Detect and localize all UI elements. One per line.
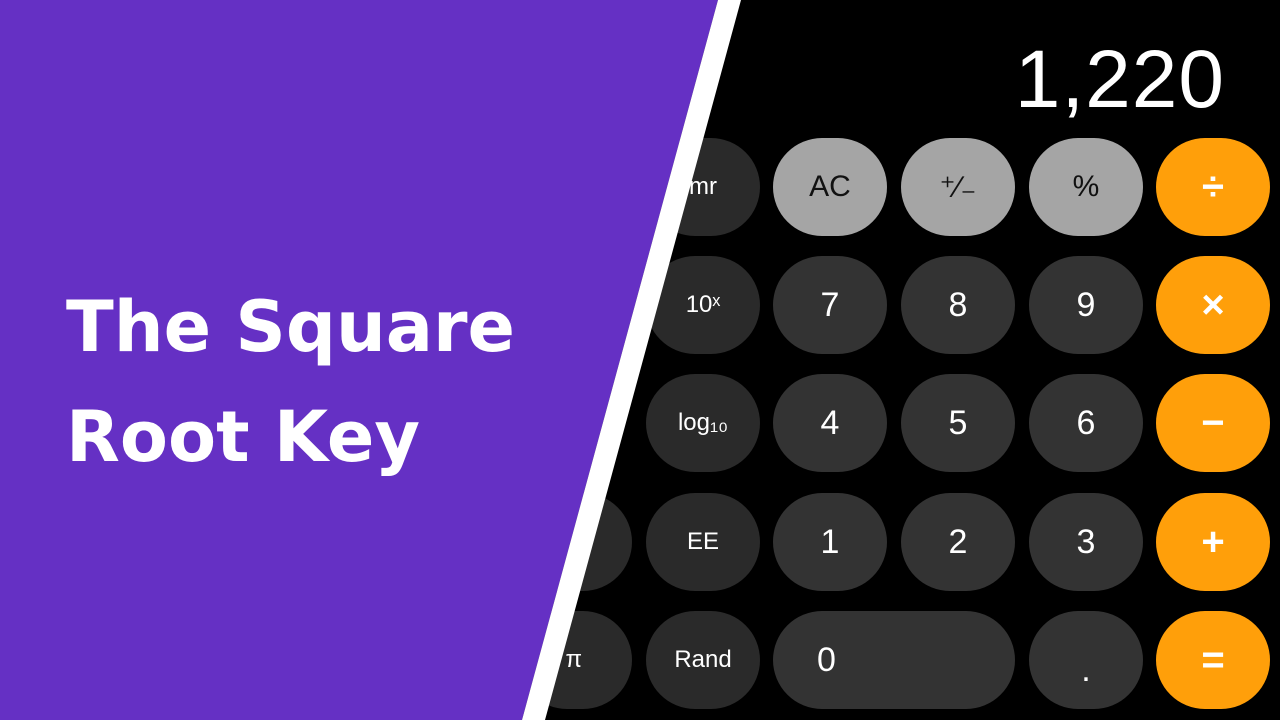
key-ten-power-x[interactable]: 10ˣ (646, 256, 760, 354)
key-label: 7 (820, 285, 840, 324)
key-label: 9 (1076, 285, 1096, 324)
calculator-display: 1,220 (1014, 34, 1225, 125)
key-decimal[interactable]: . (1029, 611, 1143, 709)
key-ac[interactable]: AC (773, 138, 887, 236)
key-label: 6 (1076, 403, 1096, 442)
key-percent[interactable]: % (1029, 138, 1143, 236)
key-label: 10ˣ (685, 291, 721, 318)
key-label: mr (689, 173, 717, 200)
key-label: Rand (674, 646, 732, 673)
key-rand[interactable]: Rand (646, 611, 760, 709)
key-label: EE (686, 528, 719, 555)
key-label: + (1201, 519, 1225, 564)
key-label: ÷ (1202, 164, 1224, 209)
page-title: The Square Root Key (66, 272, 515, 492)
key-label: 8 (948, 285, 968, 324)
key-label: ⁺∕₋ (939, 170, 977, 204)
key-label: . (1081, 650, 1091, 689)
key-label: π (565, 646, 582, 673)
key-minus[interactable]: − (1156, 374, 1270, 472)
key-label: 5 (948, 403, 968, 442)
title-line-2: Root Key (66, 396, 421, 478)
key-label: 2 (948, 522, 968, 561)
key-6[interactable]: 6 (1029, 374, 1143, 472)
key-label: 1 (820, 522, 840, 561)
key-label: × (1201, 282, 1225, 327)
title-line-1: The Square (66, 286, 516, 368)
key-pi[interactable]: π (518, 611, 632, 709)
key-divide[interactable]: ÷ (1156, 138, 1270, 236)
key-label: = (1201, 637, 1225, 682)
key-label: AC (809, 170, 851, 203)
key-0[interactable]: 0 (773, 611, 1015, 709)
key-2[interactable]: 2 (901, 493, 1015, 591)
key-8[interactable]: 8 (901, 256, 1015, 354)
key-4[interactable]: 4 (773, 374, 887, 472)
key-1[interactable]: 1 (773, 493, 887, 591)
key-log10[interactable]: log₁₀ (646, 374, 760, 472)
key-partial-row4[interactable] (518, 493, 632, 591)
key-5[interactable]: 5 (901, 374, 1015, 472)
key-equals[interactable]: = (1156, 611, 1270, 709)
key-plus-minus[interactable]: ⁺∕₋ (901, 138, 1015, 236)
key-label: 0 (817, 640, 836, 679)
key-9[interactable]: 9 (1029, 256, 1143, 354)
key-label: 3 (1076, 522, 1096, 561)
key-label: 4 (820, 403, 840, 442)
key-label: log₁₀ (677, 409, 729, 436)
key-label: − (1201, 400, 1225, 445)
key-7[interactable]: 7 (773, 256, 887, 354)
key-label: % (1072, 170, 1100, 203)
key-3[interactable]: 3 (1029, 493, 1143, 591)
key-plus[interactable]: + (1156, 493, 1270, 591)
key-mr[interactable]: mr (646, 138, 760, 236)
key-ee[interactable]: EE (646, 493, 760, 591)
key-multiply[interactable]: × (1156, 256, 1270, 354)
